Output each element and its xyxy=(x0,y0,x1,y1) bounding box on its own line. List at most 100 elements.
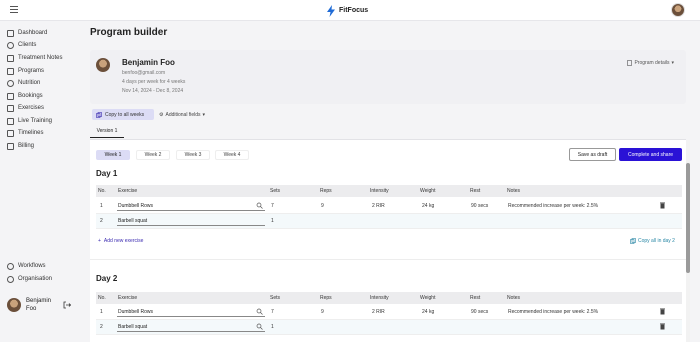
sidebar-item-clients[interactable]: Clients xyxy=(7,40,36,50)
sets-value[interactable]: 7 xyxy=(271,309,274,315)
column-header: Intensity xyxy=(370,188,389,194)
sets-value[interactable]: 7 xyxy=(271,203,274,209)
sidebar-item-treatment-notes[interactable]: Treatment Notes xyxy=(7,53,62,63)
dashboard-icon xyxy=(7,29,14,37)
scrollbar-thumb[interactable] xyxy=(686,163,690,273)
sidebar: Dashboard Clients Treatment Notes Progra… xyxy=(0,21,80,342)
sidebar-item-programs[interactable]: Programs xyxy=(7,66,44,76)
additional-fields-dropdown[interactable]: ⚙ Additional fields ▾ xyxy=(157,109,205,120)
copy-all-in-day-button[interactable]: Copy all in day 2 xyxy=(630,238,675,244)
intensity-value[interactable]: 2 RIR xyxy=(372,203,385,209)
copy-all-label: Copy all in day 2 xyxy=(638,238,675,244)
document-icon xyxy=(627,60,633,66)
clients-icon xyxy=(7,41,14,49)
sidebar-item-live-training[interactable]: Live Training xyxy=(7,116,52,126)
column-header: Notes xyxy=(507,295,521,301)
sidebar-item-label: Billing xyxy=(18,143,35,149)
rest-value[interactable]: 90 secs xyxy=(471,203,488,209)
reps-value[interactable]: 9 xyxy=(321,203,324,209)
sidebar-item-organisation[interactable]: Organisation xyxy=(7,274,52,284)
nutrition-icon xyxy=(7,79,14,87)
column-header: Intensity xyxy=(370,295,389,301)
sidebar-item-label: Programs xyxy=(18,68,45,74)
column-header: Exercise xyxy=(118,295,138,301)
sidebar-item-label: Bookings xyxy=(18,93,43,99)
complete-and-share-button[interactable]: Complete and share xyxy=(619,148,682,161)
notes-value[interactable]: Recommended increase per week: 2.5% xyxy=(508,309,598,315)
user-profile[interactable]: Benjamin Foo xyxy=(7,297,71,313)
sidebar-item-workflows[interactable]: Workflows xyxy=(7,261,46,271)
menu-icon[interactable] xyxy=(10,6,18,14)
column-header: Weight xyxy=(420,295,436,301)
row-number: 2 xyxy=(100,324,103,330)
table-header: No. Exercise Sets Reps Intensity Weight … xyxy=(96,185,682,197)
sidebar-item-label: Organisation xyxy=(18,276,53,282)
logout-icon[interactable] xyxy=(63,301,71,309)
intensity-value[interactable]: 2 RIR xyxy=(372,309,385,315)
sidebar-item-label: Workflows xyxy=(18,263,46,269)
tab-version-1[interactable]: Version 1 xyxy=(90,128,124,138)
tab-week-2[interactable]: Week 2 xyxy=(136,150,170,160)
sidebar-item-label: Clients xyxy=(18,42,37,48)
search-icon[interactable] xyxy=(256,202,263,209)
avatar xyxy=(7,298,21,312)
weight-value[interactable]: 24 kg xyxy=(422,309,434,315)
exercise-value: Dumbbell Rows xyxy=(118,203,154,209)
column-header: No. xyxy=(98,188,106,194)
add-new-exercise-button[interactable]: + Add new exercise xyxy=(98,238,143,244)
search-icon[interactable] xyxy=(256,308,263,315)
divider xyxy=(90,259,686,260)
sidebar-item-bookings[interactable]: Bookings xyxy=(7,91,43,101)
table-header: No. Exercise Sets Reps Intensity Weight … xyxy=(96,292,682,304)
client-profile-card: Benjamin Foo benfoo@gmail.com 4 days per… xyxy=(90,50,686,104)
rest-value[interactable]: 90 secs xyxy=(471,309,488,315)
sidebar-item-label: Treatment Notes xyxy=(18,55,63,61)
trash-icon[interactable] xyxy=(660,308,665,315)
timelines-icon xyxy=(7,129,14,137)
exercise-input[interactable]: Barbell squat xyxy=(117,322,265,332)
sidebar-item-label: Live Training xyxy=(18,118,53,124)
sets-value[interactable]: 1 xyxy=(271,218,274,224)
row-number: 1 xyxy=(100,309,103,315)
program-details-button[interactable]: Program details ▾ xyxy=(627,60,674,66)
live-training-icon xyxy=(7,117,14,125)
sidebar-item-label: Timelines xyxy=(18,130,44,136)
row-number: 1 xyxy=(100,203,103,209)
chevron-down-icon: ▾ xyxy=(202,111,206,118)
copy-to-all-weeks-button[interactable]: Copy to all weeks xyxy=(92,109,154,120)
trash-icon[interactable] xyxy=(660,323,665,330)
sidebar-item-label: Exercises xyxy=(18,105,45,111)
table-row: 2 Barbell squat 1 xyxy=(96,214,682,229)
trash-icon[interactable] xyxy=(660,202,665,209)
sidebar-item-nutrition[interactable]: Nutrition xyxy=(7,78,40,88)
exercise-input[interactable]: Dumbbell Rows xyxy=(117,307,265,317)
sidebar-item-billing[interactable]: Billing xyxy=(7,141,34,151)
weight-value[interactable]: 24 kg xyxy=(422,203,434,209)
tab-week-4[interactable]: Week 4 xyxy=(215,150,249,160)
notes-value[interactable]: Recommended increase per week: 2.5% xyxy=(508,203,598,209)
tab-week-1[interactable]: Week 1 xyxy=(96,150,130,160)
brand-logo: FitFocus xyxy=(326,4,368,17)
account-avatar[interactable] xyxy=(671,3,685,17)
column-header: Exercise xyxy=(118,188,138,194)
programs-icon xyxy=(7,67,14,75)
day-title: Day 2 xyxy=(96,274,118,283)
exercise-input[interactable]: Dumbbell Rows xyxy=(117,201,265,211)
client-email: benfoo@gmail.com xyxy=(122,70,166,76)
sidebar-item-dashboard[interactable]: Dashboard xyxy=(7,28,47,38)
row-number: 2 xyxy=(100,218,103,224)
additional-fields-label: Additional fields xyxy=(165,111,201,118)
column-header: Weight xyxy=(420,188,436,194)
tab-week-3[interactable]: Week 3 xyxy=(176,150,210,160)
reps-value[interactable]: 9 xyxy=(321,309,324,315)
exercise-input[interactable]: Barbell squat xyxy=(117,216,265,226)
sets-value[interactable]: 1 xyxy=(271,324,274,330)
sidebar-item-timelines[interactable]: Timelines xyxy=(7,128,43,138)
top-bar: FitFocus xyxy=(0,0,700,21)
save-as-draft-button[interactable]: Save as draft xyxy=(569,148,616,161)
brand-name: FitFocus xyxy=(339,7,369,14)
table-row: 2 Barbell squat 1 xyxy=(96,320,682,335)
day-title: Day 1 xyxy=(96,169,118,178)
sidebar-item-exercises[interactable]: Exercises xyxy=(7,103,44,113)
search-icon[interactable] xyxy=(256,323,263,330)
